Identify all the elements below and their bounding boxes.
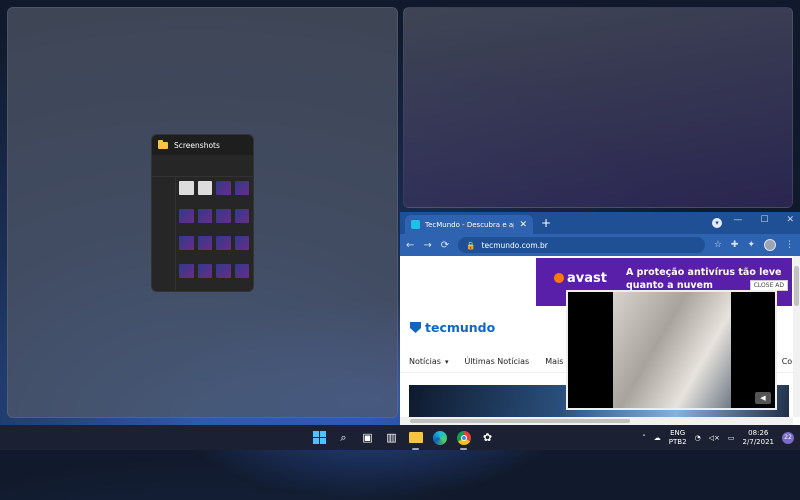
file-thumbnail (179, 208, 194, 223)
file-thumbnail (234, 181, 249, 195)
site-logo[interactable]: tecmundo (410, 320, 495, 335)
address-bar-row: ← → ⟳ 🔒 tecmundo.com.br ☆ ✚ ✦ ⋮ (400, 234, 800, 256)
notification-badge[interactable]: 22 (782, 431, 794, 444)
language-indicator[interactable]: ENG PTB2 (669, 429, 687, 447)
tray-app-icon[interactable]: ☁ (654, 434, 661, 442)
new-tab-button[interactable]: + (541, 216, 551, 230)
explorer-window-thumbnail[interactable]: Screenshots (151, 134, 254, 292)
lock-icon: 🔒 (466, 240, 476, 250)
puzzle-icon[interactable]: ✦ (747, 240, 755, 250)
file-thumbnail (197, 208, 212, 223)
widgets-icon[interactable]: ▥ (384, 430, 399, 445)
tecmundo-favicon-icon (411, 220, 420, 229)
file-thumbnail (197, 263, 212, 278)
site-logo-text: tecmundo (425, 320, 496, 335)
browser-tab[interactable]: TecMundo - Descubra e aprenda ✕ (405, 215, 533, 234)
explorer-nav-pane (152, 177, 176, 291)
file-explorer-taskbar-icon[interactable] (408, 430, 423, 450)
clock[interactable]: 08:26 2/7/2021 (743, 429, 774, 447)
bookmark-star-icon[interactable]: ☆ (714, 240, 722, 250)
extension-icon[interactable]: ✚ (731, 240, 739, 250)
vertical-scrollbar[interactable] (793, 256, 800, 417)
explorer-file-grid (179, 181, 249, 287)
tecmundo-logo-icon (410, 322, 421, 333)
file-thumbnail (234, 263, 249, 278)
file-thumbnail (197, 236, 212, 250)
file-thumbnail (179, 263, 194, 278)
chrome-tabbar: TecMundo - Descubra e aprenda ✕ + ▾ — ☐ … (400, 212, 800, 234)
tab-search-icon[interactable]: ▾ (712, 218, 722, 228)
picture-in-picture-video[interactable]: ◀ (566, 290, 777, 410)
menu-kebab-icon[interactable]: ⋮ (785, 240, 794, 250)
file-thumbnail (216, 263, 231, 278)
video-frame (613, 292, 731, 408)
window-controls: — ☐ ✕ (733, 215, 794, 225)
forward-icon[interactable]: → (423, 240, 431, 251)
file-thumbnail (179, 236, 194, 250)
start-button[interactable] (312, 430, 327, 445)
chevron-up-icon[interactable]: ˄ (642, 434, 646, 442)
file-thumbnail (234, 236, 249, 250)
url-input[interactable]: 🔒 tecmundo.com.br (458, 237, 705, 253)
file-thumbnail (216, 181, 231, 195)
file-thumbnail (234, 208, 249, 223)
file-thumbnail (179, 181, 194, 195)
back-icon[interactable]: ← (406, 240, 414, 251)
minimize-button[interactable]: — (733, 215, 742, 225)
snap-zone-top-right[interactable] (403, 7, 793, 208)
task-view-icon[interactable]: ▣ (360, 430, 375, 445)
wifi-icon[interactable]: ◔ (695, 434, 701, 442)
maximize-button[interactable]: ☐ (760, 215, 768, 225)
horizontal-scrollbar[interactable] (400, 417, 793, 425)
chevron-down-icon: ▾ (444, 358, 449, 366)
volume-icon[interactable]: ◁× (709, 434, 720, 442)
tab-title: TecMundo - Descubra e aprenda (425, 220, 514, 229)
chrome-icon[interactable] (456, 430, 471, 450)
nav-item-noticias[interactable]: Notícias ▾ (409, 357, 448, 366)
explorer-content (152, 155, 253, 291)
taskbar-apps: ⌕ ▣ ▥ ✿ (312, 425, 495, 450)
avast-logo: avast (554, 271, 607, 286)
nav-item-ultimas-noticias[interactable]: Últimas Notícias (464, 357, 529, 366)
folder-icon (158, 139, 168, 149)
explorer-titlebar: Screenshots (152, 135, 253, 155)
windows-logo-icon (313, 431, 326, 444)
tab-close-icon[interactable]: ✕ (519, 220, 527, 230)
file-thumbnail (197, 181, 212, 195)
reload-icon[interactable]: ⟳ (441, 240, 449, 251)
battery-icon[interactable]: ▭ (728, 434, 735, 442)
system-tray: ˄ ☁ ENG PTB2 ◔ ◁× ▭ 08:26 2/7/2021 22 (642, 425, 794, 450)
url-text: tecmundo.com.br (481, 240, 548, 250)
explorer-toolbar (152, 155, 253, 177)
edge-icon[interactable] (432, 430, 447, 445)
mute-icon[interactable]: ◀ (755, 392, 771, 404)
taskbar: ⌕ ▣ ▥ ✿ ˄ ☁ ENG PTB2 ◔ ◁× ▭ 08:26 2/7/2021… (0, 425, 800, 450)
close-button[interactable]: ✕ (786, 215, 794, 225)
explorer-title: Screenshots (174, 140, 220, 150)
file-thumbnail (216, 208, 231, 223)
profile-avatar[interactable] (764, 239, 776, 251)
search-icon[interactable]: ⌕ (336, 430, 351, 445)
app-icon[interactable]: ✿ (480, 430, 495, 445)
file-thumbnail (216, 236, 231, 250)
